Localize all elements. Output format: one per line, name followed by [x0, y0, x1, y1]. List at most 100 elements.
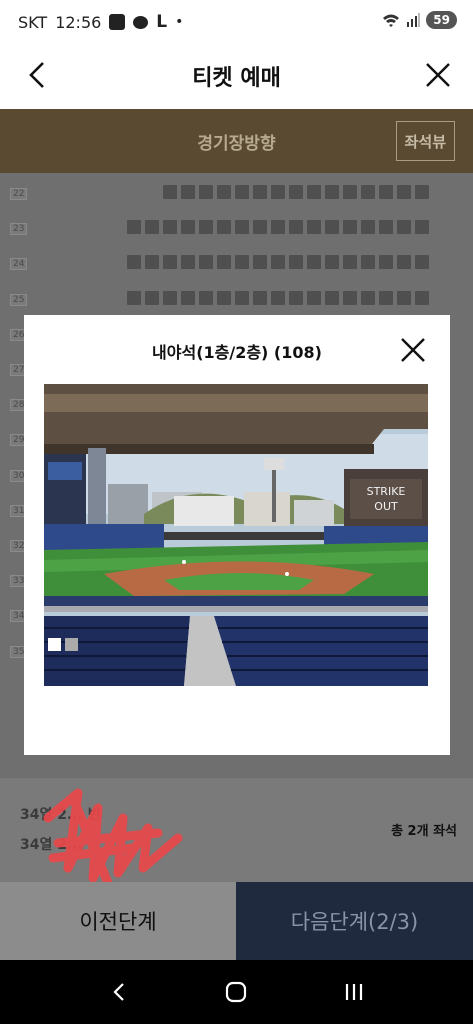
wifi-icon — [383, 14, 400, 27]
seat[interactable] — [361, 290, 375, 305]
seat[interactable] — [307, 220, 321, 235]
seat[interactable] — [415, 290, 429, 305]
seat-row: 24 — [0, 255, 473, 275]
seat[interactable] — [325, 185, 339, 199]
seat[interactable] — [235, 220, 249, 235]
seat[interactable] — [379, 255, 393, 270]
seat[interactable] — [199, 255, 213, 270]
seat[interactable] — [253, 220, 267, 235]
app-notification-icon — [109, 14, 126, 30]
seat[interactable] — [343, 255, 357, 270]
seat[interactable] — [415, 255, 429, 270]
seat[interactable] — [235, 255, 249, 270]
seat[interactable] — [163, 185, 177, 199]
seat[interactable] — [397, 290, 411, 305]
seat[interactable] — [271, 255, 285, 270]
seat-group — [163, 185, 429, 199]
stadium-direction-bar: 경기장방향 좌석뷰 — [0, 109, 473, 173]
seat[interactable] — [343, 220, 357, 235]
seat[interactable] — [271, 290, 285, 305]
seat[interactable] — [181, 255, 195, 270]
seat[interactable] — [361, 255, 375, 270]
seat[interactable] — [199, 185, 213, 199]
seat[interactable] — [253, 255, 267, 270]
seat[interactable] — [253, 185, 267, 199]
seat[interactable] — [307, 255, 321, 270]
seat[interactable] — [307, 290, 321, 305]
redaction-scribble — [43, 788, 183, 888]
more-notifications-dot: • — [175, 14, 184, 30]
pager-dot-active[interactable] — [48, 638, 61, 651]
seat[interactable] — [145, 255, 159, 270]
seat[interactable] — [181, 220, 195, 235]
seat[interactable] — [325, 290, 339, 305]
seat[interactable] — [181, 290, 195, 305]
seat[interactable] — [325, 255, 339, 270]
seat-row: 23 — [0, 220, 473, 240]
photo-pager — [48, 638, 78, 651]
seat[interactable] — [289, 220, 303, 235]
seat-view-modal: 내야석(1층/2층) (108) STRIKE OUT — [24, 315, 450, 755]
seat[interactable] — [217, 185, 231, 199]
seat[interactable] — [307, 185, 321, 199]
seat-view-button[interactable]: 좌석뷰 — [395, 121, 455, 161]
close-icon[interactable] — [421, 58, 455, 92]
seat[interactable] — [271, 220, 285, 235]
seat[interactable] — [235, 185, 249, 199]
seat[interactable] — [361, 185, 375, 199]
seat[interactable] — [217, 290, 231, 305]
seat[interactable] — [163, 220, 177, 235]
scoreboard-text-2: OUT — [374, 500, 398, 513]
previous-step-button[interactable]: 이전단계 — [0, 882, 236, 960]
seat[interactable] — [289, 185, 303, 199]
pager-dot[interactable] — [65, 638, 78, 651]
seat[interactable] — [199, 220, 213, 235]
scoreboard-text-1: STRIKE — [367, 485, 406, 498]
seat-view-photo: STRIKE OUT — [44, 384, 428, 686]
system-nav-bar — [0, 960, 473, 1024]
seat[interactable] — [361, 220, 375, 235]
next-step-button[interactable]: 다음단계(2/3) — [236, 882, 473, 960]
seat[interactable] — [235, 290, 249, 305]
seat[interactable] — [289, 255, 303, 270]
seat[interactable] — [145, 220, 159, 235]
seat[interactable] — [127, 290, 141, 305]
clock: 12:56 — [55, 12, 102, 32]
seat-group — [127, 290, 429, 305]
seat[interactable] — [127, 255, 141, 270]
chat-notification-icon — [133, 15, 149, 29]
seat[interactable] — [379, 185, 393, 199]
seat[interactable] — [145, 290, 159, 305]
battery-indicator: 59 — [426, 11, 457, 29]
row-number: 23 — [10, 223, 28, 236]
seat[interactable] — [289, 290, 303, 305]
seat[interactable] — [379, 220, 393, 235]
row-number: 25 — [10, 293, 28, 306]
nav-home-icon[interactable] — [223, 979, 249, 1005]
seat[interactable] — [253, 290, 267, 305]
seat[interactable] — [415, 185, 429, 199]
seat[interactable] — [163, 290, 177, 305]
back-arrow-icon[interactable] — [22, 58, 56, 92]
seat[interactable] — [343, 185, 357, 199]
seat[interactable] — [379, 290, 393, 305]
seat[interactable] — [199, 290, 213, 305]
seat[interactable] — [325, 220, 339, 235]
seat[interactable] — [271, 185, 285, 199]
seat[interactable] — [217, 255, 231, 270]
nav-back-icon[interactable] — [106, 979, 132, 1005]
seat[interactable] — [415, 220, 429, 235]
signal-icon — [407, 13, 421, 27]
seat[interactable] — [217, 220, 231, 235]
seat-group — [127, 255, 429, 270]
seat[interactable] — [397, 185, 411, 199]
seat[interactable] — [397, 255, 411, 270]
seat[interactable] — [397, 220, 411, 235]
seat[interactable] — [181, 185, 195, 199]
seat[interactable] — [163, 255, 177, 270]
nav-recents-icon[interactable] — [341, 979, 367, 1005]
modal-close-icon[interactable] — [398, 335, 428, 365]
l-notification-icon: L — [156, 12, 168, 32]
seat[interactable] — [343, 290, 357, 305]
seat[interactable] — [127, 220, 141, 235]
